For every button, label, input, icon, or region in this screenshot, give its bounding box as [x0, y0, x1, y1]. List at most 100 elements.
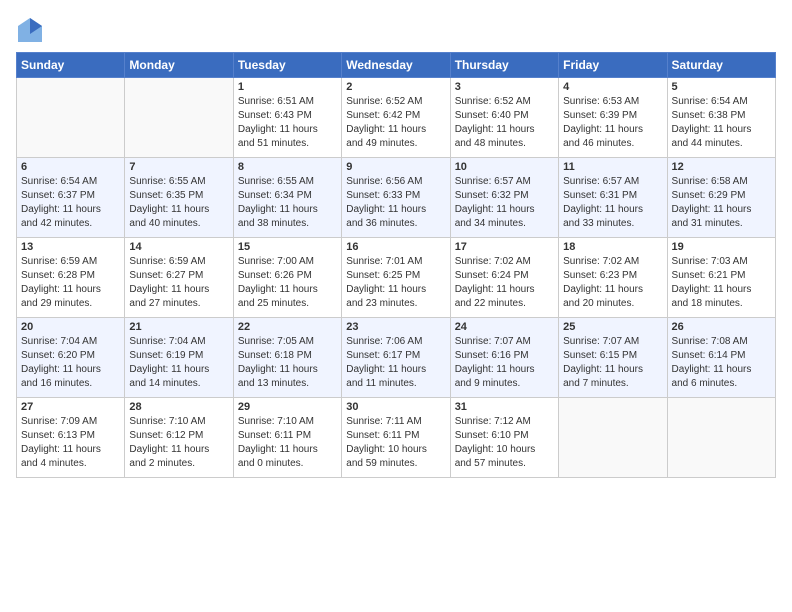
cell-info-line: Sunset: 6:42 PM	[346, 109, 445, 123]
cell-info-line: Sunrise: 6:53 AM	[563, 95, 662, 109]
cell-info-line: Sunset: 6:14 PM	[672, 349, 771, 363]
cell-info-line: and 27 minutes.	[129, 297, 228, 311]
cell-info-line: Daylight: 11 hours	[346, 283, 445, 297]
cell-info-line: Sunset: 6:25 PM	[346, 269, 445, 283]
cell-info-line: Daylight: 11 hours	[346, 203, 445, 217]
day-number: 1	[238, 81, 337, 93]
cell-info-line: and 18 minutes.	[672, 297, 771, 311]
cell-info-line: Sunset: 6:32 PM	[455, 189, 554, 203]
calendar-cell: 16Sunrise: 7:01 AMSunset: 6:25 PMDayligh…	[342, 238, 450, 318]
cell-info-line: and 6 minutes.	[672, 377, 771, 391]
day-number: 14	[129, 241, 228, 253]
day-number: 18	[563, 241, 662, 253]
cell-info-line: and 2 minutes.	[129, 457, 228, 471]
calendar-cell: 9Sunrise: 6:56 AMSunset: 6:33 PMDaylight…	[342, 158, 450, 238]
calendar-cell: 7Sunrise: 6:55 AMSunset: 6:35 PMDaylight…	[125, 158, 233, 238]
cell-info-line: Sunrise: 6:57 AM	[563, 175, 662, 189]
col-header-tuesday: Tuesday	[233, 53, 341, 78]
cell-info-line: and 33 minutes.	[563, 217, 662, 231]
cell-info-line: Sunset: 6:17 PM	[346, 349, 445, 363]
cell-info-line: Daylight: 11 hours	[21, 363, 120, 377]
calendar-cell: 30Sunrise: 7:11 AMSunset: 6:11 PMDayligh…	[342, 398, 450, 478]
calendar-cell: 8Sunrise: 6:55 AMSunset: 6:34 PMDaylight…	[233, 158, 341, 238]
day-number: 8	[238, 161, 337, 173]
col-header-saturday: Saturday	[667, 53, 775, 78]
cell-info-line: Daylight: 11 hours	[21, 283, 120, 297]
calendar-cell	[125, 78, 233, 158]
cell-info-line: Daylight: 11 hours	[129, 203, 228, 217]
cell-info-line: Daylight: 11 hours	[238, 123, 337, 137]
cell-info-line: and 0 minutes.	[238, 457, 337, 471]
calendar-cell: 25Sunrise: 7:07 AMSunset: 6:15 PMDayligh…	[559, 318, 667, 398]
cell-info-line: and 40 minutes.	[129, 217, 228, 231]
cell-info-line: Daylight: 11 hours	[563, 283, 662, 297]
cell-info-line: Sunset: 6:37 PM	[21, 189, 120, 203]
cell-info-line: Sunset: 6:40 PM	[455, 109, 554, 123]
cell-info-line: Daylight: 10 hours	[346, 443, 445, 457]
cell-info-line: Daylight: 11 hours	[455, 363, 554, 377]
cell-info-line: Sunset: 6:27 PM	[129, 269, 228, 283]
calendar-cell: 14 Sunrise: 6:59 AMSunset: 6:27 PMDayligh…	[125, 238, 233, 318]
calendar-cell: 10Sunrise: 6:57 AMSunset: 6:32 PMDayligh…	[450, 158, 558, 238]
day-number: 16	[346, 241, 445, 253]
cell-info-line: and 22 minutes.	[455, 297, 554, 311]
logo	[16, 16, 48, 44]
cell-info-line: Sunset: 6:39 PM	[563, 109, 662, 123]
cell-info-line: Daylight: 11 hours	[672, 203, 771, 217]
cell-info-line: Sunrise: 7:10 AM	[238, 415, 337, 429]
cell-info-line: Daylight: 11 hours	[238, 203, 337, 217]
cell-info-line: Sunrise: 7:05 AM	[238, 335, 337, 349]
day-number: 28	[129, 401, 228, 413]
cell-info-line: Daylight: 11 hours	[346, 363, 445, 377]
logo-icon	[16, 16, 44, 44]
day-number: 21	[129, 321, 228, 333]
calendar-cell: 5Sunrise: 6:54 AMSunset: 6:38 PMDaylight…	[667, 78, 775, 158]
calendar-cell: 13Sunrise: 6:59 AMSunset: 6:28 PMDayligh…	[17, 238, 125, 318]
calendar-cell: 20Sunrise: 7:04 AMSunset: 6:20 PMDayligh…	[17, 318, 125, 398]
day-number: 12	[672, 161, 771, 173]
calendar-cell: 28Sunrise: 7:10 AMSunset: 6:12 PMDayligh…	[125, 398, 233, 478]
cell-info-line: Sunrise: 6:59 AM	[129, 255, 228, 269]
cell-info-line: Daylight: 10 hours	[455, 443, 554, 457]
cell-info-line: Sunset: 6:20 PM	[21, 349, 120, 363]
cell-info-line: Sunset: 6:24 PM	[455, 269, 554, 283]
cell-info-line: and 4 minutes.	[21, 457, 120, 471]
cell-info-line: Daylight: 11 hours	[672, 283, 771, 297]
day-number: 20	[21, 321, 120, 333]
cell-info-line: and 11 minutes.	[346, 377, 445, 391]
col-header-thursday: Thursday	[450, 53, 558, 78]
cell-info-line: Sunset: 6:12 PM	[129, 429, 228, 443]
cell-info-line: Daylight: 11 hours	[129, 283, 228, 297]
day-number: 15	[238, 241, 337, 253]
day-number: 24	[455, 321, 554, 333]
day-number: 4	[563, 81, 662, 93]
cell-info-line: Daylight: 11 hours	[238, 283, 337, 297]
cell-info-line: and 42 minutes.	[21, 217, 120, 231]
calendar-table: SundayMondayTuesdayWednesdayThursdayFrid…	[16, 52, 776, 478]
cell-info-line: and 23 minutes.	[346, 297, 445, 311]
cell-info-line: and 29 minutes.	[21, 297, 120, 311]
cell-info-line: Daylight: 11 hours	[672, 123, 771, 137]
day-number: 11	[563, 161, 662, 173]
col-header-sunday: Sunday	[17, 53, 125, 78]
cell-info-line: and 46 minutes.	[563, 137, 662, 151]
cell-info-line: Sunset: 6:35 PM	[129, 189, 228, 203]
cell-info-line: Sunrise: 7:09 AM	[21, 415, 120, 429]
cell-info-line: and 13 minutes.	[238, 377, 337, 391]
cell-info-line: Sunset: 6:16 PM	[455, 349, 554, 363]
calendar-cell: 17Sunrise: 7:02 AMSunset: 6:24 PMDayligh…	[450, 238, 558, 318]
cell-info-line: and 49 minutes.	[346, 137, 445, 151]
cell-info-line: and 20 minutes.	[563, 297, 662, 311]
cell-info-line: Daylight: 11 hours	[238, 363, 337, 377]
calendar-cell: 11Sunrise: 6:57 AMSunset: 6:31 PMDayligh…	[559, 158, 667, 238]
cell-info-line: and 36 minutes.	[346, 217, 445, 231]
cell-info-line: Sunrise: 7:07 AM	[455, 335, 554, 349]
calendar-cell: 26Sunrise: 7:08 AMSunset: 6:14 PMDayligh…	[667, 318, 775, 398]
day-number: 30	[346, 401, 445, 413]
cell-info-line: Sunrise: 6:58 AM	[672, 175, 771, 189]
cell-info-line: Sunrise: 7:03 AM	[672, 255, 771, 269]
cell-info-line: Sunrise: 6:54 AM	[21, 175, 120, 189]
cell-info-line: Sunrise: 7:10 AM	[129, 415, 228, 429]
day-number: 27	[21, 401, 120, 413]
cell-info-line: Daylight: 11 hours	[455, 203, 554, 217]
